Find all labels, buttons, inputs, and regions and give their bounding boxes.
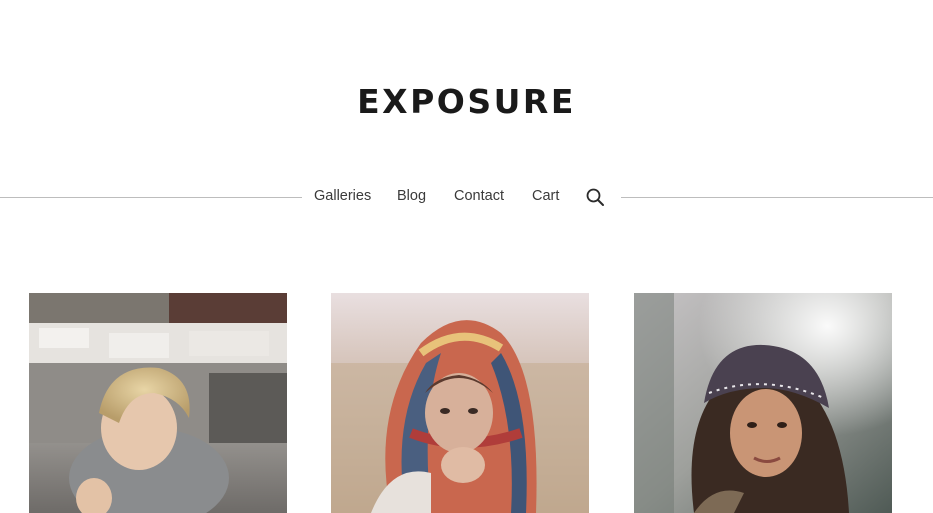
nav-item-contact[interactable]: Contact — [454, 188, 504, 204]
nav-item-cart[interactable]: Cart — [532, 188, 559, 204]
gallery-photo-3[interactable] — [634, 293, 892, 513]
nav-item-blog[interactable]: Blog — [397, 188, 426, 204]
gallery-photo-2[interactable] — [331, 293, 589, 513]
photo-woman-plaid-scarf — [331, 293, 589, 513]
photo-woman-short-blonde-hair — [29, 293, 287, 513]
photo-woman-knit-beanie — [634, 293, 892, 513]
gallery-photo-1[interactable] — [29, 293, 287, 513]
site-title[interactable]: EXPOSURE — [0, 82, 933, 121]
search-icon[interactable] — [585, 187, 605, 207]
nav-item-galleries[interactable]: Galleries — [314, 188, 371, 204]
main-navigation: Galleries Blog Contact Cart — [0, 186, 933, 208]
